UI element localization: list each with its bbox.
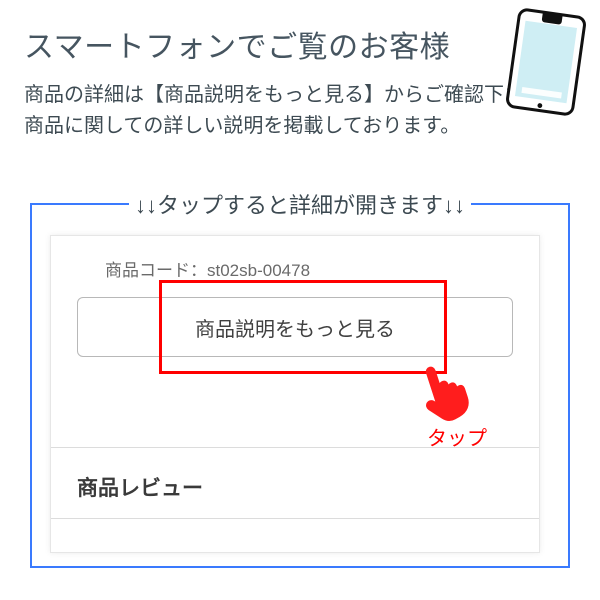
smartphone-icon [503, 5, 589, 118]
view-more-label: 商品説明をもっと見る [195, 313, 395, 342]
product-code-value: st02sb-00478 [207, 261, 310, 280]
demo-card: 商品コード：st02sb-00478 商品説明をもっと見る タップ 商品レビュー [50, 235, 540, 553]
description-line: 商品に関しての詳しい説明を掲載しております。 [24, 115, 460, 137]
divider [51, 518, 539, 519]
product-code-label: 商品コード： [105, 261, 207, 280]
tap-hand-icon [413, 362, 469, 422]
tap-label: タップ [427, 422, 487, 451]
description-line: 商品の詳細は【商品説明をもっと見る】からご確認下さい。 [24, 84, 564, 106]
product-code: 商品コード：st02sb-00478 [51, 236, 539, 281]
instruction-panel: ↓↓タップすると詳細が開きます↓↓ 商品コード：st02sb-00478 商品説… [30, 203, 570, 568]
panel-legend: ↓↓タップすると詳細が開きます↓↓ [32, 188, 568, 220]
header: スマートフォンでご覧のお客様 [0, 0, 600, 66]
review-heading: 商品レビュー [51, 448, 539, 502]
page-title: スマートフォンでご覧のお客様 [24, 22, 576, 66]
view-more-button[interactable]: 商品説明をもっと見る [77, 297, 513, 357]
